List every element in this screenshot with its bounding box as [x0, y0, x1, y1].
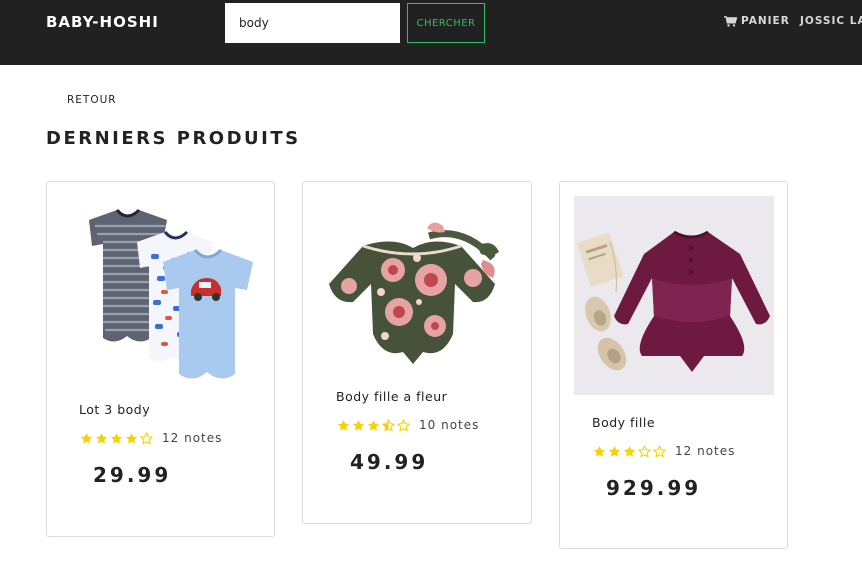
product-price: 49.99 [350, 450, 429, 474]
product-rating: 12 notes [80, 431, 222, 445]
product-rating: 10 notes [337, 418, 479, 432]
product-card[interactable]: Body fille a fleur 10 notes 49.99 [302, 181, 532, 524]
product-name[interactable]: Body fille [592, 415, 655, 430]
back-link[interactable]: RETOUR [67, 94, 117, 106]
star-full-icon [95, 432, 108, 445]
star-empty-icon [638, 444, 651, 458]
top-navbar: BABY-HOSHI CHERCHER PANIER JOSSIC LA [0, 0, 862, 65]
rating-count: 12 notes [162, 431, 223, 445]
rating-stars [593, 444, 666, 458]
product-name[interactable]: Body fille a fleur [336, 389, 447, 404]
cart-link[interactable]: PANIER [724, 15, 790, 27]
star-full-icon [593, 445, 606, 458]
star-full-icon [608, 445, 621, 458]
product-image[interactable] [67, 198, 257, 384]
star-empty-icon [140, 431, 153, 445]
product-image[interactable] [574, 196, 774, 395]
product-image[interactable] [323, 218, 503, 370]
star-full-icon [337, 419, 350, 432]
product-rating: 12 notes [593, 444, 735, 458]
star-empty-icon [653, 444, 666, 458]
product-price: 29.99 [93, 463, 172, 487]
product-card[interactable]: Body fille 12 notes 929.99 [559, 181, 788, 549]
rating-stars [337, 418, 410, 432]
star-full-icon [110, 432, 123, 445]
star-half-icon [382, 418, 395, 432]
rating-stars [80, 431, 153, 445]
section-title: DERNIERS PRODUITS [46, 128, 301, 149]
brand-logo[interactable]: BABY-HOSHI [46, 13, 159, 31]
star-full-icon [623, 445, 636, 458]
star-full-icon [352, 419, 365, 432]
cart-label: PANIER [741, 15, 790, 27]
cart-icon [724, 15, 737, 27]
star-full-icon [80, 432, 93, 445]
rating-count: 10 notes [419, 418, 480, 432]
search-input[interactable] [225, 3, 400, 43]
search-button[interactable]: CHERCHER [407, 3, 485, 43]
product-card[interactable]: Lot 3 body 12 notes 29.99 [46, 181, 275, 537]
star-empty-icon [397, 418, 410, 432]
rating-count: 12 notes [675, 444, 736, 458]
product-name[interactable]: Lot 3 body [79, 402, 150, 417]
star-full-icon [125, 432, 138, 445]
product-price: 929.99 [606, 476, 702, 500]
star-full-icon [367, 419, 380, 432]
user-menu[interactable]: JOSSIC LA [800, 15, 862, 27]
